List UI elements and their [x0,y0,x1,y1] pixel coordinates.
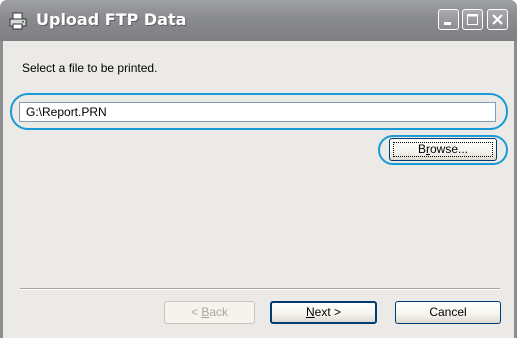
next-button[interactable]: Next > [270,301,377,324]
back-button[interactable]: < Back [164,301,255,324]
dialog-body [0,41,517,338]
upload-ftp-dialog: Upload FTP Data Select a file to be prin… [0,0,517,338]
close-button[interactable] [487,9,508,30]
browse-highlight [378,135,508,165]
separator-line [20,288,500,290]
cancel-button[interactable]: Cancel [395,301,501,324]
file-path-highlight [10,93,508,130]
title-bar[interactable]: Upload FTP Data [0,0,517,41]
back-label-pre: < [190,305,202,319]
minimize-button[interactable] [438,9,459,30]
printer-icon [9,12,27,30]
close-icon [492,14,503,25]
window-title: Upload FTP Data [36,10,187,29]
minimize-icon [444,22,451,25]
back-label-post: ack [209,305,229,319]
next-label-key: N [305,305,315,319]
maximize-button[interactable] [462,9,483,30]
next-label-post: ext > [314,305,342,319]
instruction-label: Select a file to be printed. [22,61,158,75]
maximize-icon [467,14,478,25]
